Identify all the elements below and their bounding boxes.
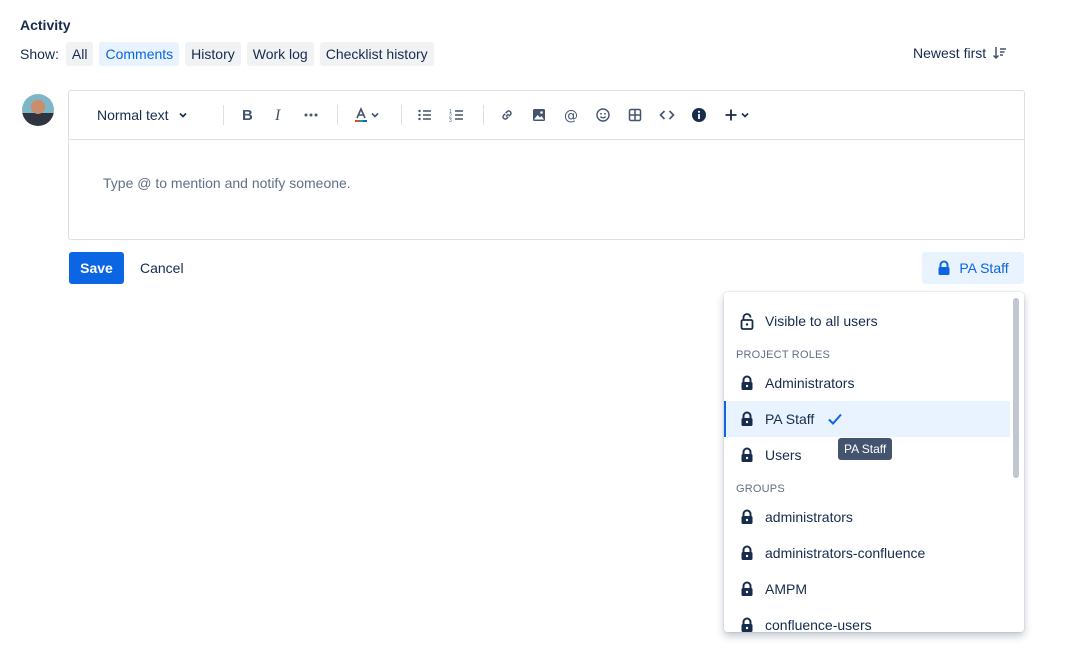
- comment-editor: Normal text B I 123 @ Type @ to mention …: [68, 90, 1025, 240]
- user-avatar: [22, 94, 54, 126]
- sort-order-label: Newest first: [913, 45, 987, 61]
- lock-icon: [741, 545, 753, 560]
- table-button[interactable]: [627, 103, 643, 127]
- link-icon: [502, 110, 512, 120]
- group-option-administrators-confluence[interactable]: administrators-confluence: [724, 535, 1010, 571]
- checkmark-icon: [828, 413, 842, 425]
- activity-filter-bar: Show: All Comments History Work log Chec…: [20, 42, 440, 66]
- table-icon: [628, 108, 642, 122]
- code-icon: [659, 110, 675, 120]
- lock-icon: [741, 375, 753, 390]
- unlock-icon: [740, 313, 754, 330]
- text-style-dropdown[interactable]: Normal text: [97, 103, 189, 127]
- show-label: Show:: [20, 46, 59, 62]
- lock-icon: [938, 260, 950, 275]
- role-option-administrators[interactable]: Administrators: [724, 365, 1010, 401]
- filter-comments[interactable]: Comments: [99, 42, 180, 66]
- lock-icon: [741, 509, 753, 524]
- text-color-button[interactable]: [353, 103, 381, 127]
- group-label: administrators: [765, 509, 853, 525]
- link-button[interactable]: [499, 103, 515, 127]
- bullet-list-button[interactable]: [417, 103, 433, 127]
- numbered-list-button[interactable]: 123: [449, 103, 465, 127]
- group-label: confluence-users: [765, 617, 872, 632]
- option-tooltip: PA Staff: [838, 438, 893, 460]
- lock-icon: [741, 581, 753, 596]
- toolbar-divider: [223, 105, 224, 125]
- sort-descending-icon: [993, 47, 1007, 60]
- svg-text:B: B: [242, 107, 253, 123]
- comment-visibility-label: PA Staff: [959, 260, 1009, 276]
- activity-heading: Activity: [20, 17, 71, 33]
- visible-to-all-option[interactable]: Visible to all users: [724, 303, 1010, 339]
- group-option-administrators[interactable]: administrators: [724, 499, 1010, 535]
- role-label: Administrators: [765, 375, 855, 391]
- group-label: administrators-confluence: [765, 545, 926, 561]
- text-style-label: Normal text: [97, 107, 169, 123]
- image-button[interactable]: [531, 103, 547, 127]
- mention-icon: @: [564, 108, 578, 123]
- numbered-list-icon: 123: [449, 109, 463, 123]
- emoji-icon: [596, 108, 610, 122]
- groups-heading: GROUPS: [736, 483, 785, 495]
- project-roles-heading: PROJECT ROLES: [736, 349, 831, 361]
- filter-history[interactable]: History: [185, 42, 241, 66]
- visible-to-all-label: Visible to all users: [765, 313, 878, 329]
- lock-icon: [741, 411, 753, 426]
- filter-all[interactable]: All: [65, 42, 94, 66]
- filter-work-log[interactable]: Work log: [246, 42, 314, 66]
- toolbar-divider: [401, 105, 402, 125]
- text-color-icon: [355, 107, 367, 122]
- chevron-down-icon: [741, 112, 749, 118]
- info-panel-button[interactable]: [691, 103, 707, 127]
- more-formatting-button[interactable]: [303, 103, 319, 127]
- svg-text:@: @: [564, 108, 578, 123]
- italic-button[interactable]: I: [271, 103, 287, 127]
- filter-checklist-history[interactable]: Checklist history: [319, 42, 434, 66]
- dropdown-scrollbar[interactable]: [1013, 294, 1022, 630]
- insert-more-button[interactable]: [723, 103, 751, 127]
- lock-icon: [741, 617, 753, 632]
- group-label: AMPM: [765, 581, 807, 597]
- bold-button[interactable]: B: [239, 103, 255, 127]
- toolbar-divider: [483, 105, 484, 125]
- italic-icon: I: [274, 107, 281, 123]
- visibility-dropdown: Visible to all users PROJECT ROLES Admin…: [724, 292, 1024, 632]
- role-label: PA Staff: [765, 411, 815, 427]
- dropdown-scrollbar-thumb[interactable]: [1013, 298, 1019, 478]
- comment-input[interactable]: Type @ to mention and notify someone.: [103, 175, 351, 191]
- role-label: Users: [765, 447, 802, 463]
- bold-icon: B: [242, 107, 253, 123]
- bullet-list-icon: [418, 109, 431, 121]
- group-option-ampm[interactable]: AMPM: [724, 571, 1010, 607]
- mention-button[interactable]: @: [563, 103, 579, 127]
- editor-toolbar: Normal text B I 123 @: [69, 91, 1024, 140]
- comment-visibility-button[interactable]: PA Staff: [922, 252, 1024, 284]
- lock-icon: [741, 447, 753, 462]
- emoji-button[interactable]: [595, 103, 611, 127]
- insert-plus-icon: [725, 109, 737, 121]
- image-icon: [533, 109, 545, 121]
- code-button[interactable]: [659, 103, 675, 127]
- info-panel-icon: [692, 108, 706, 122]
- chevron-down-icon: [371, 112, 379, 118]
- role-option-pa-staff[interactable]: PA Staff: [724, 401, 1010, 437]
- cancel-button[interactable]: Cancel: [132, 252, 192, 284]
- save-button[interactable]: Save: [69, 252, 124, 284]
- svg-text:3: 3: [449, 118, 452, 123]
- sort-order-button[interactable]: Newest first: [913, 45, 1008, 61]
- group-option-confluence-users[interactable]: confluence-users: [724, 607, 1010, 632]
- toolbar-divider: [337, 105, 338, 125]
- svg-text:I: I: [274, 107, 281, 123]
- more-formatting-icon: [304, 113, 318, 117]
- chevron-down-icon: [179, 112, 187, 118]
